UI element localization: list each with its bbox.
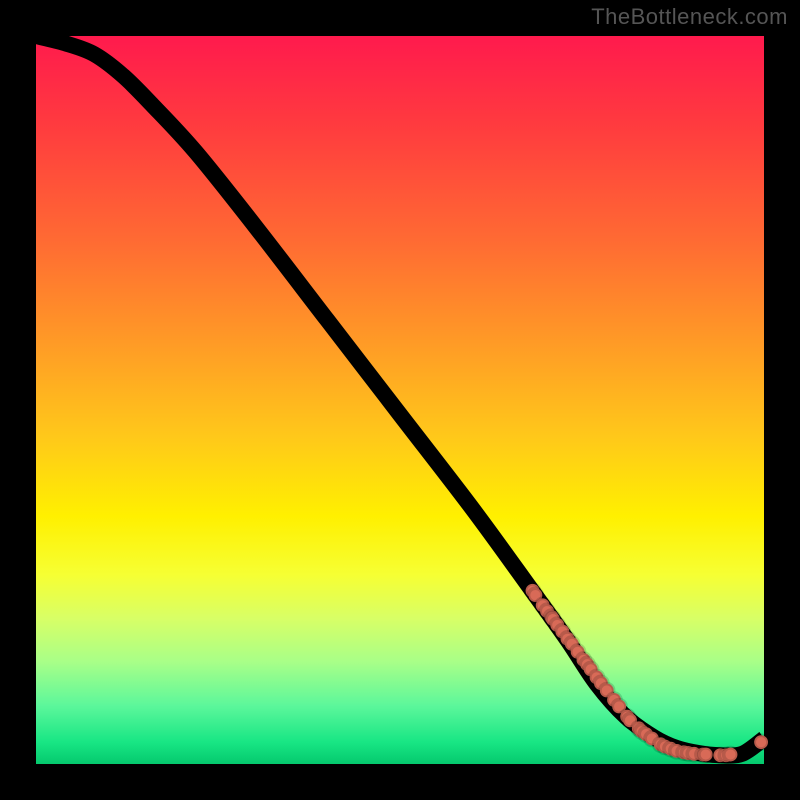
watermark-text: TheBottleneck.com	[591, 4, 788, 30]
data-points	[526, 584, 768, 762]
bottleneck-curve	[36, 36, 764, 756]
plot-area	[36, 36, 764, 764]
data-point	[699, 748, 713, 762]
data-point	[724, 748, 738, 762]
chart-frame: TheBottleneck.com	[0, 0, 800, 800]
chart-svg	[36, 36, 764, 764]
data-point	[754, 735, 768, 749]
